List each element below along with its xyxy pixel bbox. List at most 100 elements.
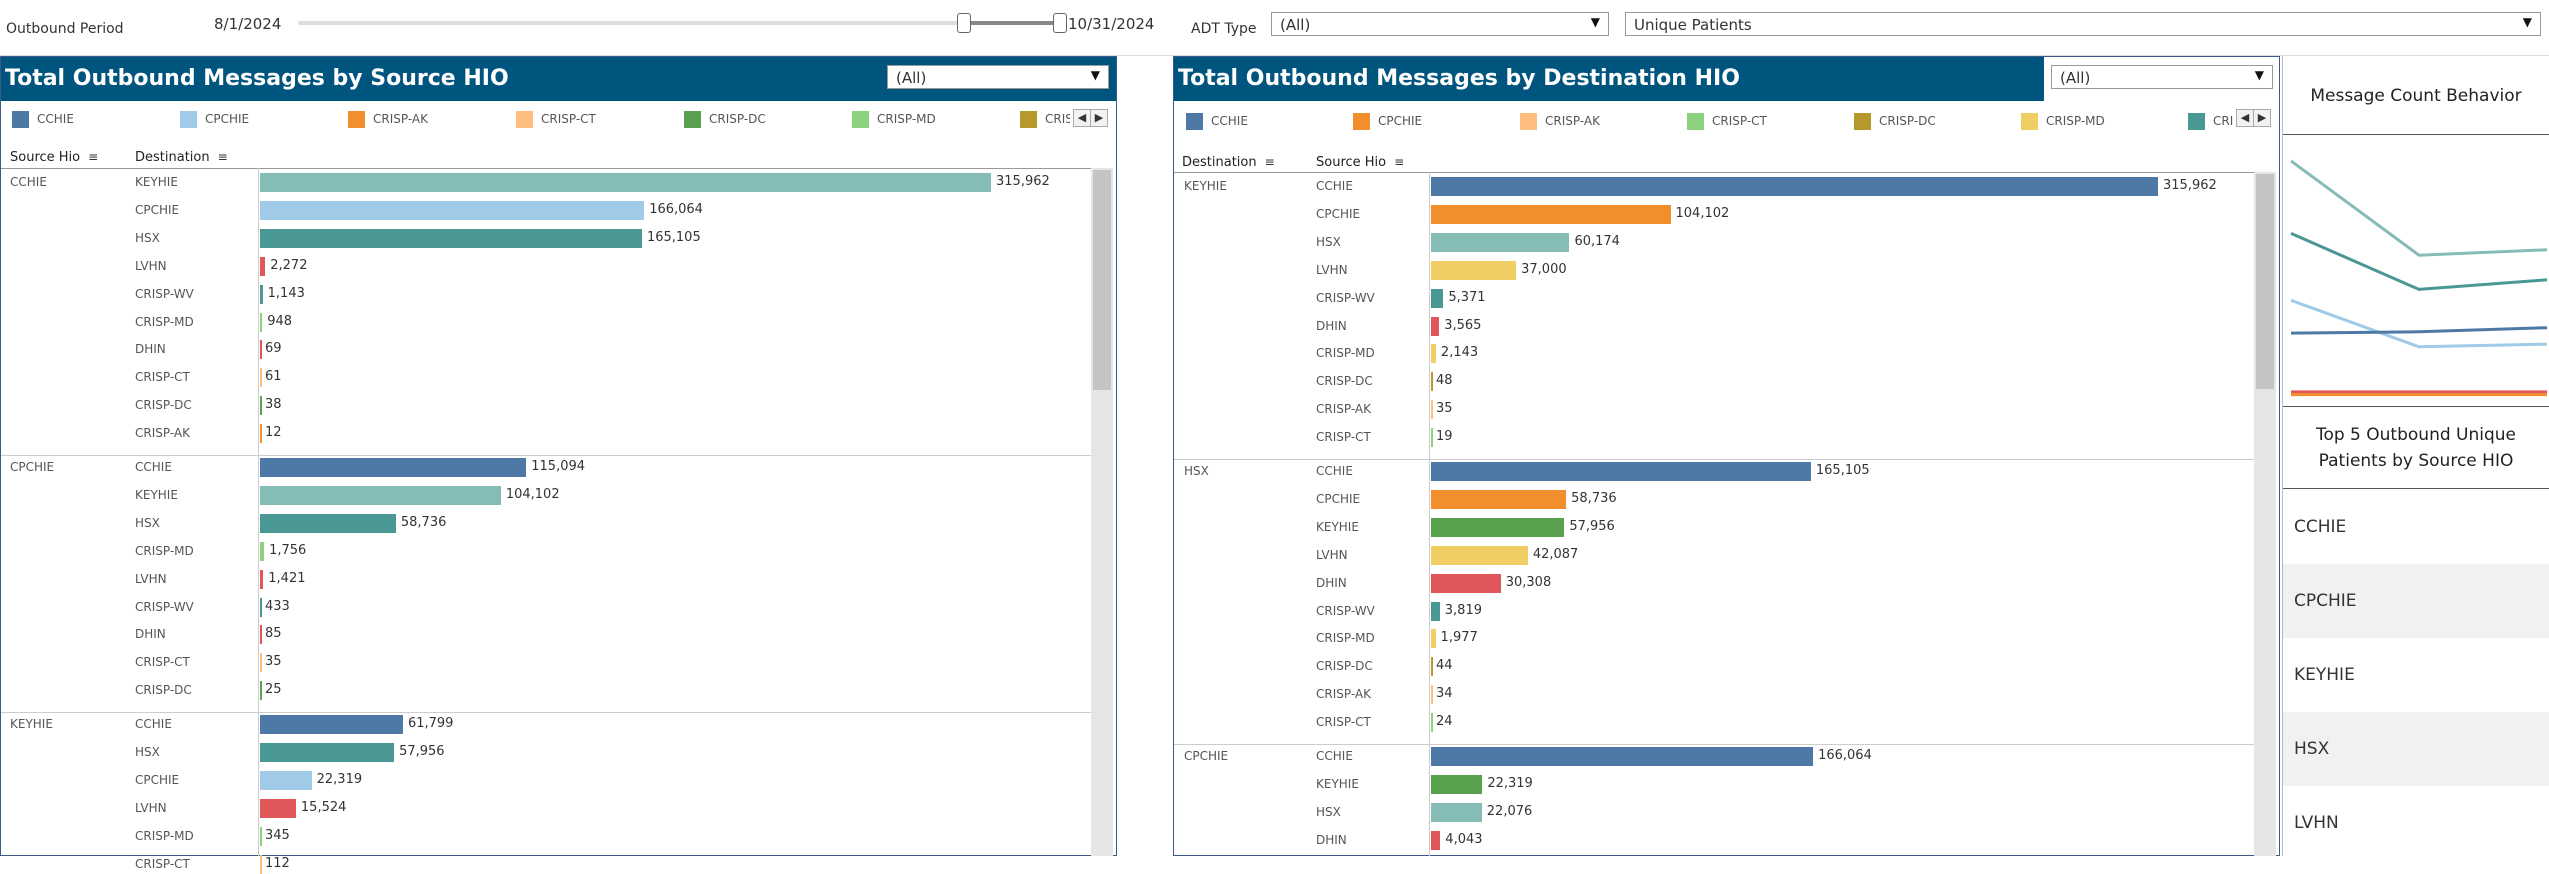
sort-icon[interactable]: ≡ <box>218 150 228 164</box>
sort-icon[interactable]: ≡ <box>1265 155 1275 169</box>
bar[interactable] <box>260 284 263 304</box>
bar[interactable] <box>1431 685 1433 705</box>
bar[interactable] <box>1431 489 1567 509</box>
bar[interactable] <box>260 458 527 477</box>
data-label: 37,000 <box>1521 261 1567 277</box>
source-scroll-thumb[interactable] <box>1093 170 1111 390</box>
bar[interactable] <box>1431 400 1433 420</box>
source-panel-filter[interactable]: (All) ▼ <box>887 65 1109 89</box>
row-label: DHIN <box>1316 832 1347 847</box>
row-label: CRISP-DC <box>1316 374 1373 389</box>
legend-item[interactable]: CRISP-DC <box>1854 112 1936 130</box>
bar[interactable] <box>260 541 265 561</box>
measure-dropdown[interactable]: Unique Patients ▼ <box>1625 12 2541 36</box>
legend-prev-button[interactable]: ◀ <box>1073 109 1091 127</box>
legend-item[interactable]: CPCHIE <box>180 110 249 128</box>
bar[interactable] <box>260 256 266 276</box>
source-scrollbar[interactable] <box>1091 168 1113 856</box>
bar[interactable] <box>1431 316 1440 336</box>
data-label: 57,956 <box>1569 518 1615 534</box>
legend-item[interactable]: CRIS <box>1020 110 1070 128</box>
bar[interactable] <box>1431 428 1433 448</box>
bar[interactable] <box>260 681 262 701</box>
legend-prev-button[interactable]: ◀ <box>2236 109 2254 127</box>
legend-item[interactable]: CPCHIE <box>1353 112 1422 130</box>
bar[interactable] <box>1431 601 1440 621</box>
bar[interactable] <box>260 798 296 818</box>
bar[interactable] <box>260 854 262 874</box>
bar[interactable] <box>260 569 264 589</box>
data-label: 85 <box>265 626 282 642</box>
bar[interactable] <box>260 173 991 192</box>
col-header-destination[interactable]: Destination ≡ <box>135 150 228 165</box>
bar[interactable] <box>260 228 642 248</box>
col-header-destination-label: Destination <box>1182 155 1257 170</box>
bar[interactable] <box>1431 232 1570 252</box>
bar[interactable] <box>260 200 645 220</box>
adt-type-dropdown[interactable]: (All) ▼ <box>1271 12 1609 36</box>
bar[interactable] <box>1431 713 1433 733</box>
col-header-source[interactable]: Source Hio ≡ <box>1316 155 1404 170</box>
bar[interactable] <box>1431 462 1811 481</box>
legend-item[interactable]: CRISP-MD <box>2021 112 2105 130</box>
series-line[interactable] <box>2290 326 2548 335</box>
bar[interactable] <box>1431 372 1433 392</box>
bar[interactable] <box>1431 802 1482 822</box>
sort-icon[interactable]: ≡ <box>1394 155 1404 169</box>
bar[interactable] <box>260 826 262 846</box>
legend-item[interactable]: CRISP-CT <box>516 110 596 128</box>
bar[interactable] <box>1431 747 1814 766</box>
legend-next-button[interactable]: ▶ <box>2253 109 2271 127</box>
bar[interactable] <box>260 513 396 533</box>
col-header-destination[interactable]: Destination ≡ <box>1182 155 1275 170</box>
series-line[interactable] <box>2290 298 2548 349</box>
bar[interactable] <box>1431 573 1501 593</box>
bar[interactable] <box>1431 774 1483 794</box>
legend-item[interactable]: CRI <box>2188 112 2233 130</box>
bar[interactable] <box>1431 517 1565 537</box>
destination-scroll-thumb[interactable] <box>2256 174 2274 389</box>
bar[interactable] <box>260 485 501 505</box>
period-slider-end-handle[interactable] <box>1053 13 1067 33</box>
bar[interactable] <box>1431 344 1436 364</box>
legend-item[interactable]: CCHIE <box>12 110 74 128</box>
bar[interactable] <box>260 597 262 617</box>
legend-item[interactable]: CRISP-AK <box>1520 112 1600 130</box>
bar[interactable] <box>260 368 262 388</box>
legend-item[interactable]: CRISP-CT <box>1687 112 1767 130</box>
legend-item[interactable]: CRISP-MD <box>852 110 936 128</box>
bar[interactable] <box>260 715 403 735</box>
col-header-source[interactable]: Source Hio ≡ <box>10 150 98 165</box>
bar[interactable] <box>1431 545 1528 565</box>
bar[interactable] <box>260 340 262 360</box>
bar[interactable] <box>260 625 262 645</box>
bar[interactable] <box>1431 204 1671 224</box>
bar[interactable] <box>260 312 263 332</box>
bar[interactable] <box>1431 288 1444 308</box>
legend-item[interactable]: CRISP-AK <box>348 110 428 128</box>
sort-icon[interactable]: ≡ <box>88 150 98 164</box>
bar[interactable] <box>1431 629 1436 649</box>
bar[interactable] <box>260 424 262 444</box>
destination-scrollbar[interactable] <box>2254 172 2276 856</box>
series-line[interactable] <box>2290 159 2548 257</box>
bar[interactable] <box>260 653 262 673</box>
period-slider-track[interactable] <box>298 21 1058 25</box>
bar[interactable] <box>1431 177 2158 196</box>
bar[interactable] <box>1431 657 1433 677</box>
destination-panel-filter[interactable]: (All) ▼ <box>2051 65 2273 89</box>
period-slider-start-handle[interactable] <box>957 13 971 33</box>
bar[interactable] <box>260 396 262 416</box>
group-divider <box>1 712 1091 714</box>
bar[interactable] <box>1431 260 1517 280</box>
source-filter-value: (All) <box>896 69 927 87</box>
series-line[interactable] <box>2290 232 2548 291</box>
legend-next-button[interactable]: ▶ <box>1090 109 1108 127</box>
legend-item[interactable]: CRISP-DC <box>684 110 766 128</box>
data-label: 3,819 <box>1444 602 1482 618</box>
legend-item[interactable]: CCHIE <box>1186 112 1248 130</box>
bar[interactable] <box>260 770 312 790</box>
data-label: 315,962 <box>996 174 1050 189</box>
bar[interactable] <box>1431 830 1441 850</box>
bar[interactable] <box>260 743 395 762</box>
